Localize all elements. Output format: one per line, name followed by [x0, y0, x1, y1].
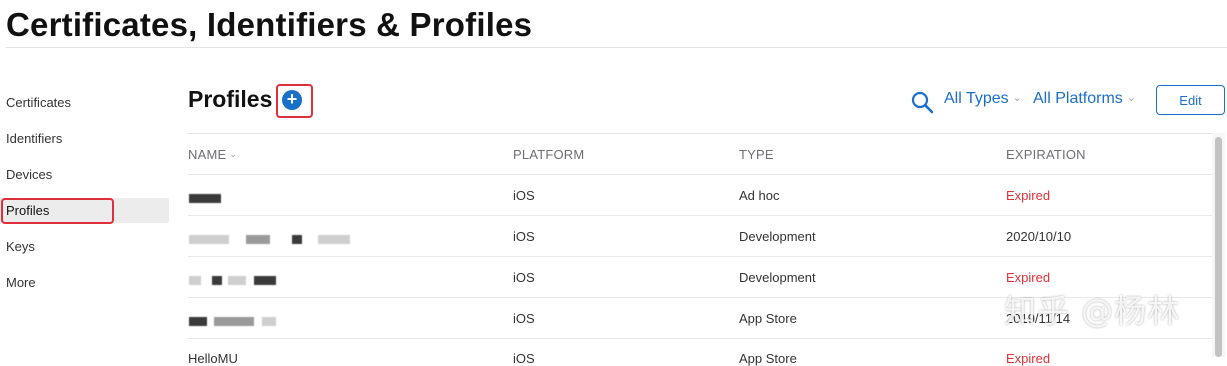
row-divider — [188, 215, 1212, 216]
title-divider — [6, 47, 1227, 48]
sidebar-item-devices[interactable]: Devices — [0, 162, 169, 187]
row-divider — [188, 297, 1212, 298]
redacted-name — [189, 276, 201, 285]
cell-name: HelloMU — [188, 351, 238, 366]
type-filter-dropdown[interactable]: All Types ⌄ — [944, 90, 1022, 108]
redacted-name — [228, 276, 246, 285]
chevron-down-icon: ⌄ — [1126, 92, 1137, 104]
redacted-name — [189, 194, 221, 203]
cell-expiration: Expired — [1006, 351, 1051, 366]
row-divider — [188, 174, 1212, 175]
cell-type: Development — [739, 229, 816, 244]
search-icon[interactable] — [910, 90, 934, 114]
table-top-divider — [188, 133, 1212, 134]
add-profile-button[interactable]: + — [282, 90, 302, 110]
cell-type: App Store — [739, 351, 797, 366]
redacted-name — [318, 235, 350, 244]
column-header-platform: PLATFORM — [513, 147, 585, 162]
cell-platform: iOS — [513, 270, 535, 285]
sidebar-item-certificates[interactable]: Certificates — [0, 90, 169, 115]
cell-platform: iOS — [513, 311, 535, 326]
scrollbar-thumb[interactable] — [1215, 137, 1222, 357]
cell-platform: iOS — [513, 351, 535, 366]
redacted-name — [214, 317, 254, 326]
platform-filter-dropdown[interactable]: All Platforms ⌄ — [1033, 90, 1136, 108]
cell-platform: iOS — [513, 188, 535, 203]
page-title: Certificates, Identifiers & Profiles — [6, 6, 533, 43]
sidebar-item-profiles[interactable]: Profiles — [0, 198, 169, 223]
column-header-name-label: NAME — [188, 147, 227, 162]
cell-expiration: 2019/11/14 — [1006, 311, 1071, 326]
sort-chevron-icon: ⌄ — [229, 149, 238, 159]
row-divider — [188, 256, 1212, 257]
cell-expiration: Expired — [1006, 188, 1051, 203]
redacted-name — [262, 317, 276, 326]
sidebar-item-keys[interactable]: Keys — [0, 234, 169, 259]
chevron-down-icon: ⌄ — [1012, 92, 1022, 104]
column-header-type: TYPE — [739, 147, 774, 162]
redacted-name — [254, 276, 276, 285]
row-divider — [188, 338, 1212, 339]
cell-type: Ad hoc — [739, 188, 780, 203]
column-header-expiration: EXPIRATION — [1006, 147, 1086, 162]
redacted-name — [212, 276, 222, 285]
type-filter-label: All Types — [944, 90, 1009, 107]
sidebar-item-identifiers[interactable]: Identifiers — [0, 126, 169, 151]
redacted-name — [292, 235, 302, 244]
cell-expiration: Expired — [1006, 270, 1051, 285]
edit-button[interactable]: Edit — [1156, 85, 1225, 115]
column-header-name[interactable]: NAME ⌄ — [188, 147, 237, 162]
redacted-name — [189, 235, 229, 244]
cell-expiration: 2020/10/10 — [1006, 229, 1072, 244]
cell-type: App Store — [739, 311, 797, 326]
sidebar-item-more[interactable]: More — [0, 270, 169, 295]
redacted-name — [246, 235, 270, 244]
platform-filter-label: All Platforms — [1033, 90, 1123, 107]
cell-type: Development — [739, 270, 816, 285]
cell-platform: iOS — [513, 229, 535, 244]
section-title: Profiles — [188, 86, 273, 112]
redacted-name — [189, 317, 207, 326]
